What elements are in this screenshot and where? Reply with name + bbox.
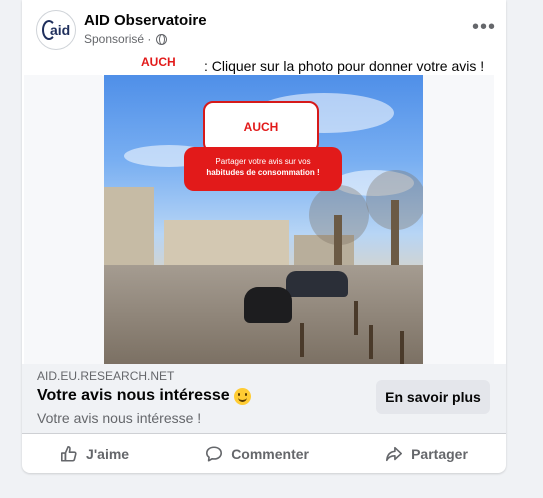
sponsored-row: Sponsorisé ·: [84, 32, 168, 46]
comment-icon: [206, 445, 223, 462]
comment-button[interactable]: Commenter: [205, 445, 309, 463]
link-headline-text: Votre avis nous intéresse: [37, 387, 230, 404]
link-description: Votre avis nous intéresse !: [37, 410, 202, 426]
ad-photo[interactable]: AUCH Partager votre avis sur vos habitud…: [104, 75, 423, 364]
thumbs-up-icon: [61, 445, 77, 462]
post-actions-bar: J'aime Commenter Partager: [22, 433, 506, 473]
building-left: [104, 187, 154, 267]
avatar-logo-text: aid: [50, 22, 71, 38]
post-caption: : Cliquer sur la photo pour donner votre…: [204, 58, 485, 74]
share-arrow-icon: [386, 446, 403, 461]
link-headline: Votre avis nous intéresse: [37, 387, 251, 405]
learn-more-button[interactable]: En savoir plus: [376, 380, 490, 414]
smile-emoji-icon: [233, 387, 251, 405]
link-domain: AID.EU.RESEARCH.NET: [37, 369, 175, 383]
share-button[interactable]: Partager: [385, 445, 468, 463]
parked-scooter: [244, 287, 292, 323]
tree-trunk: [391, 200, 399, 270]
building-townhall: [164, 220, 289, 270]
bollard: [400, 331, 404, 364]
parked-car: [286, 271, 348, 297]
caption-brand-tag: AUCH: [141, 55, 176, 69]
promo-badge-line2: habitudes de consommation !: [206, 168, 320, 177]
promo-badge: AUCH Partager votre avis sur vos habitud…: [184, 101, 342, 191]
bollard: [354, 301, 358, 335]
page-avatar[interactable]: aid: [36, 10, 76, 50]
promo-badge-brand: AUCH: [243, 120, 279, 134]
like-button[interactable]: J'aime: [60, 445, 129, 463]
promo-badge-line1: Partager votre avis sur vos: [215, 157, 311, 166]
link-preview[interactable]: AID.EU.RESEARCH.NET Votre avis nous inté…: [22, 364, 506, 433]
promo-badge-banner: Partager votre avis sur vos habitudes de…: [184, 147, 342, 191]
more-options-button[interactable]: •••: [472, 17, 496, 37]
share-label: Partager: [411, 445, 468, 462]
comment-label: Commenter: [231, 445, 309, 462]
globe-icon: [156, 33, 168, 45]
like-label: J'aime: [86, 445, 130, 462]
post-header: aid AID Observatoire Sponsorisé · •••: [36, 10, 496, 50]
promo-badge-logo-box: AUCH: [203, 101, 319, 153]
sponsored-label[interactable]: Sponsorisé ·: [84, 32, 151, 46]
bollard: [300, 323, 304, 357]
bollard: [369, 325, 373, 359]
page-name-link[interactable]: AID Observatoire: [84, 12, 207, 29]
